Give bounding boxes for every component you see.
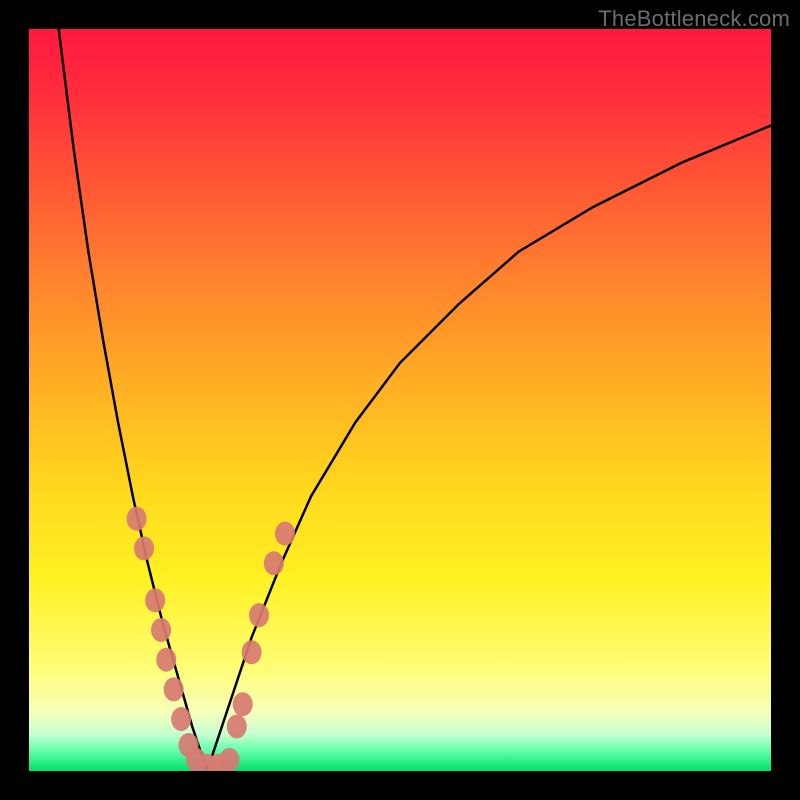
chart-container: TheBottleneck.com [0,0,800,800]
chart-svg [29,29,771,771]
data-point [156,648,176,672]
curve-left [59,29,207,771]
data-point [145,588,165,612]
curve-right [207,125,771,771]
plot-area [29,29,771,771]
data-point [264,551,284,575]
highlighted-points [127,507,295,771]
data-point [233,692,253,716]
data-point [127,507,147,531]
data-point [242,640,262,664]
data-point [134,536,154,560]
data-point [171,707,191,731]
data-point [219,748,239,771]
data-point [249,603,269,627]
data-point [227,714,247,738]
data-point [275,522,295,546]
data-point [151,618,171,642]
watermark-text: TheBottleneck.com [598,6,790,32]
data-point [164,677,184,701]
